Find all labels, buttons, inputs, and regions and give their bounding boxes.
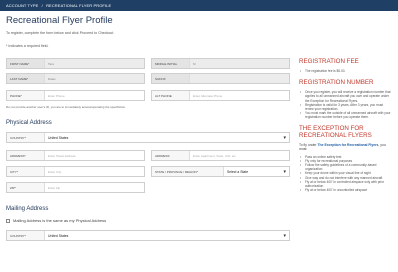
last-name-label: LAST NAME* [7,74,45,83]
zip-field[interactable]: ZIP* Enter Zip [6,182,145,193]
breadcrumb: ACCOUNT TYPE / RECREATIONAL FLYER PROFIL… [0,0,398,11]
phone-row: PHONE* Enter Phone ALT PHONE Enter Alter… [6,90,290,101]
middle-initial-value: M [193,62,196,66]
breadcrumb-account-type[interactable]: ACCOUNT TYPE [6,3,38,8]
city-label: CITY* [7,167,45,176]
middle-initial-field[interactable]: MIDDLE INITIAL M [151,58,290,69]
physical-country-select[interactable]: COUNTRY* United States [6,132,290,143]
suffix-value [190,74,289,83]
breadcrumb-current: RECREATIONAL FLYER PROFILE [46,3,112,8]
mailing-country-row: COUNTRY* United States [6,230,290,241]
first-name-field[interactable]: FIRST NAME* Tara [6,58,145,69]
list-item: Fly at or below 400' in controlled airsp… [299,180,391,188]
mailing-address-heading: Mailing Address [6,206,49,212]
last-name-field[interactable]: LAST NAME* Dales [6,73,145,84]
exception-list: Pass an online safety test Fly only for … [299,155,391,193]
address2-placeholder: Enter Apartment, Suite, Unit, etc [193,154,236,158]
same-address-checkbox[interactable]: Mailing Address is the same as my Physic… [6,218,106,223]
physical-country-row: COUNTRY* United States [6,132,290,143]
state-select[interactable]: STATE / PROVINCE / REGION* Select a Stat… [151,166,290,177]
exception-intro: To fly under The Exception for Recreatio… [299,143,391,152]
city-state-row: CITY* Enter City STATE / PROVINCE / REGI… [6,166,290,177]
name-row: FIRST NAME* Tara MIDDLE INITIAL M [6,58,290,69]
city-field[interactable]: CITY* Enter City [6,166,145,177]
list-item: Once you register, you will receive a re… [299,90,391,103]
address1-label: ADDRESS* [7,151,45,160]
last-name-value: Dales [48,77,56,81]
exception-intro-prefix: To fly under [299,142,317,147]
zip-row: ZIP* Enter Zip [6,182,290,193]
list-item: Follow the safety guidelines of a commun… [299,163,391,171]
zip-placeholder: Enter Zip [48,186,61,190]
breadcrumb-separator: / [41,3,43,8]
alt-phone-placeholder: Enter Alternate Phone [193,94,223,98]
registration-number-heading: REGISTRATION NUMBER [299,79,374,87]
page-title: Recreational Flyer Profile [6,15,113,26]
mailing-country-label: COUNTRY* [7,231,45,240]
intro-text: To register, complete the form below and… [6,31,115,35]
list-item: Fly at or below 400' in uncontrolled air… [299,188,391,192]
list-item: The registration fee is $5.00. [299,69,391,73]
number-list: Once you register, you will receive a re… [299,90,391,119]
last-name-row: LAST NAME* Dales SUFFIX [6,73,290,84]
alt-phone-label: ALT PHONE [152,91,190,100]
first-name-value: Tara [48,62,54,66]
first-name-label: FIRST NAME* [7,59,45,68]
fee-list: The registration fee is $5.00. [299,69,391,73]
phone-note: Do not provide another user's ID, you ar… [6,105,126,109]
state-value: Select a State [224,167,289,177]
mailing-country-value: United States [45,231,289,241]
registration-fee-heading: REGISTRATION FEE [299,58,359,65]
suffix-field[interactable]: SUFFIX [151,73,290,84]
physical-country-value: United States [45,133,289,143]
phone-field[interactable]: PHONE* Enter Phone [6,90,145,101]
address1-field[interactable]: ADDRESS* Enter Street Address [6,150,145,161]
city-placeholder: Enter City [48,170,62,174]
zip-label: ZIP* [7,183,45,192]
sidebar: REGISTRATION FEE The registration fee is… [299,58,391,193]
address2-label: ADDRESS [152,151,190,160]
mailing-country-select[interactable]: COUNTRY* United States [6,230,290,241]
middle-initial-label: MIDDLE INITIAL [152,59,190,68]
address1-placeholder: Enter Street Address [48,154,76,158]
exception-link[interactable]: The Exception for Recreational Flyers [317,143,378,147]
address-row: ADDRESS* Enter Street Address ADDRESS En… [6,150,290,161]
exception-heading: THE EXCEPTION FOR RECREATIONAL FLYERS [299,124,372,139]
phone-label: PHONE* [7,91,45,100]
alt-phone-field[interactable]: ALT PHONE Enter Alternate Phone [151,90,290,101]
suffix-label: SUFFIX [152,74,190,83]
state-label: STATE / PROVINCE / REGION* [152,167,224,176]
same-address-label: Mailing Address is the same as my Physic… [13,218,107,223]
list-item: Registration is valid for 3 years. After… [299,103,391,111]
list-item: You must mark the outside of all unmanne… [299,111,391,119]
physical-country-label: COUNTRY* [7,133,45,142]
required-note: * Indicates a required field. [6,44,49,48]
checkbox-box[interactable] [6,218,10,223]
phone-placeholder: Enter Phone [48,94,65,98]
physical-address-heading: Physical Address [6,120,52,126]
address2-field[interactable]: ADDRESS Enter Apartment, Suite, Unit, et… [151,150,290,161]
